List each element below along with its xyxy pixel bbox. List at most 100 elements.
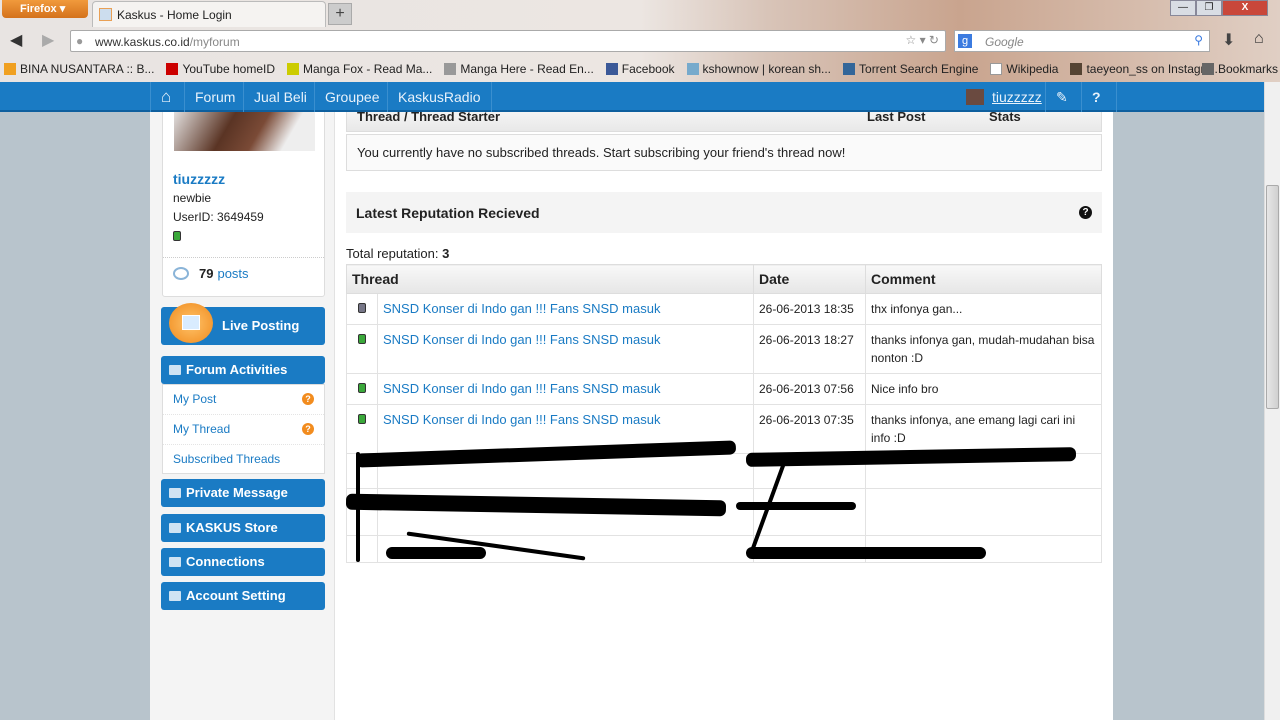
comment-cell: thanks infonya gan, mudah-mudahan bisa n… xyxy=(865,324,1102,374)
forum-activities-menu: My Post? My Thread? Subscribed Threads xyxy=(162,384,325,474)
comment-cell: thanks infonya, ane emang lagi cari ini … xyxy=(865,404,1102,454)
new-tab-button[interactable]: + xyxy=(328,3,352,25)
vertical-scrollbar[interactable] xyxy=(1264,82,1280,720)
bookmark-item[interactable]: BINA NUSANTARA :: B... xyxy=(4,62,154,80)
thread-link[interactable]: SNSD Konser di Indo gan !!! Fans SNSD ma… xyxy=(383,381,660,396)
table-row: SNSD Konser di Indo gan !!! Fans SNSD ma… xyxy=(346,373,1102,405)
store-label: KASKUS Store xyxy=(186,520,278,535)
live-posting-button[interactable]: Live Posting xyxy=(161,303,325,345)
col-thread: Thread / Thread Starter xyxy=(357,112,501,124)
date-cell: 26-06-2013 07:35 xyxy=(753,404,866,454)
posts-label: posts xyxy=(217,266,249,281)
private-message-button[interactable]: Private Message xyxy=(161,479,325,507)
kaskus-store-button[interactable]: KASKUS Store xyxy=(161,514,325,542)
live-posting-label: Live Posting xyxy=(222,318,300,333)
private-message-label: Private Message xyxy=(186,485,288,500)
bookmark-star-icon[interactable]: ☆ ▾ ↻ xyxy=(905,33,939,47)
search-icon[interactable]: ⚲ xyxy=(1194,33,1203,47)
pencil-icon[interactable]: ✎ xyxy=(1045,82,1081,112)
nav-jual-beli[interactable]: Jual Beli xyxy=(243,82,317,112)
menu-my-post[interactable]: My Post? xyxy=(163,385,324,415)
status-icon xyxy=(358,414,366,424)
browser-chrome: Firefox ▾ Kaskus - Home Login + — ❐ X ◀ ▶ … xyxy=(0,0,1280,82)
col-stats: Stats xyxy=(989,112,1021,124)
kaskus-pin-icon xyxy=(169,303,213,343)
account-setting-label: Account Setting xyxy=(186,588,286,603)
forward-icon[interactable]: ▶ xyxy=(42,30,54,54)
total-reputation-value: 3 xyxy=(442,246,450,261)
bookmark-item[interactable]: YouTube homeID xyxy=(166,62,275,80)
wrench-icon xyxy=(169,591,181,601)
bookmark-item[interactable]: Manga Fox - Read Ma... xyxy=(287,62,432,80)
help-icon[interactable]: ? xyxy=(1081,82,1117,112)
minimize-icon[interactable]: — xyxy=(1170,0,1196,16)
firefox-label: Firefox xyxy=(20,3,57,15)
scrollbar-thumb[interactable] xyxy=(1266,185,1279,409)
connections-button[interactable]: Connections xyxy=(161,548,325,576)
home-icon[interactable]: ⌂ xyxy=(1254,30,1264,54)
bookmark-item[interactable]: taeyeon_ss on Instagra... xyxy=(1070,62,1221,80)
url-path: /myforum xyxy=(189,35,240,49)
online-status-icon xyxy=(173,231,181,241)
envelope-icon xyxy=(169,488,181,498)
forum-activities-header[interactable]: Forum Activities xyxy=(161,356,325,384)
restore-icon[interactable]: ❐ xyxy=(1196,0,1222,16)
help-badge-icon[interactable]: ? xyxy=(302,393,314,405)
user-menu[interactable]: tiuzzzzz xyxy=(956,82,1052,112)
post-count-link[interactable]: 79 posts xyxy=(163,257,324,281)
help-icon[interactable]: ? xyxy=(1079,206,1092,219)
total-reputation: Total reputation: 3 xyxy=(346,246,450,261)
back-icon[interactable]: ◀ xyxy=(10,30,22,54)
sidebar: tiuzzzzz newbie UserID: 3649459 79 posts … xyxy=(150,112,335,720)
connections-icon xyxy=(169,557,181,567)
col-date: Date xyxy=(753,264,866,294)
menu-my-thread[interactable]: My Thread? xyxy=(163,415,324,445)
bookmark-item[interactable]: Manga Here - Read En... xyxy=(444,62,594,80)
kaskus-favicon-icon xyxy=(99,8,112,21)
close-icon[interactable]: X xyxy=(1222,0,1268,16)
search-input[interactable]: g Google ⚲ xyxy=(954,30,1210,52)
home-nav-icon[interactable]: ⌂ xyxy=(150,82,184,112)
account-setting-button[interactable]: Account Setting xyxy=(161,582,325,610)
nav-username: tiuzzzzz xyxy=(992,89,1042,105)
thread-link[interactable]: SNSD Konser di Indo gan !!! Fans SNSD ma… xyxy=(383,332,660,347)
tab-title: Kaskus - Home Login xyxy=(117,8,232,22)
globe-icon: ● xyxy=(76,34,84,48)
list-icon xyxy=(169,365,181,375)
table-row: SNSD Konser di Indo gan !!! Fans SNSD ma… xyxy=(346,293,1102,325)
reputation-table: Thread Date Comment SNSD Konser di Indo … xyxy=(346,264,1102,563)
nav-groupee[interactable]: Groupee xyxy=(314,82,389,112)
nav-kaskusradio[interactable]: KaskusRadio xyxy=(387,82,492,112)
firefox-menu-button[interactable]: Firefox ▾ xyxy=(2,0,88,18)
bookmark-item[interactable]: Facebook xyxy=(605,62,675,80)
date-cell: 26-06-2013 18:35 xyxy=(753,293,866,325)
profile-card: tiuzzzzz newbie UserID: 3649459 79 posts xyxy=(162,112,325,297)
status-icon xyxy=(358,383,366,393)
help-badge-icon[interactable]: ? xyxy=(302,423,314,435)
status-icon xyxy=(358,303,366,313)
col-last-post: Last Post xyxy=(867,112,926,124)
thread-link[interactable]: SNSD Konser di Indo gan !!! Fans SNSD ma… xyxy=(383,412,660,427)
thread-link[interactable]: SNSD Konser di Indo gan !!! Fans SNSD ma… xyxy=(383,301,660,316)
url-domain: www.kaskus.co.id xyxy=(95,35,190,49)
reputation-section-header: Latest Reputation Recieved? xyxy=(346,192,1102,233)
bookmark-item[interactable]: Torrent Search Engine xyxy=(843,62,978,80)
bookmarks-menu[interactable]: Bookmarks xyxy=(1201,62,1278,76)
bookmark-item[interactable]: Wikipedia xyxy=(990,62,1058,80)
section-title: Latest Reputation Recieved xyxy=(356,205,540,221)
download-icon[interactable]: ⬇ xyxy=(1222,30,1235,54)
date-cell: 26-06-2013 18:27 xyxy=(753,324,866,374)
profile-username[interactable]: tiuzzzzz xyxy=(173,171,225,187)
bookmark-item[interactable]: kshownow | korean sh... xyxy=(686,62,831,80)
comment-cell: thx infonya gan... xyxy=(865,293,1102,325)
comment-cell: Nice info bro xyxy=(865,373,1102,405)
menu-subscribed-threads[interactable]: Subscribed Threads xyxy=(163,445,324,475)
nav-forum[interactable]: Forum xyxy=(184,82,245,112)
bookmarks-bar: BINA NUSANTARA :: B... YouTube homeID Ma… xyxy=(4,62,1280,80)
url-input[interactable]: ● www.kaskus.co.id/myforum ☆ ▾ ↻ xyxy=(70,30,946,52)
browser-tab[interactable]: Kaskus - Home Login xyxy=(92,1,326,27)
search-placeholder: Google xyxy=(985,35,1024,49)
avatar xyxy=(966,89,984,105)
status-icon xyxy=(358,334,366,344)
profile-photo[interactable] xyxy=(174,112,315,151)
